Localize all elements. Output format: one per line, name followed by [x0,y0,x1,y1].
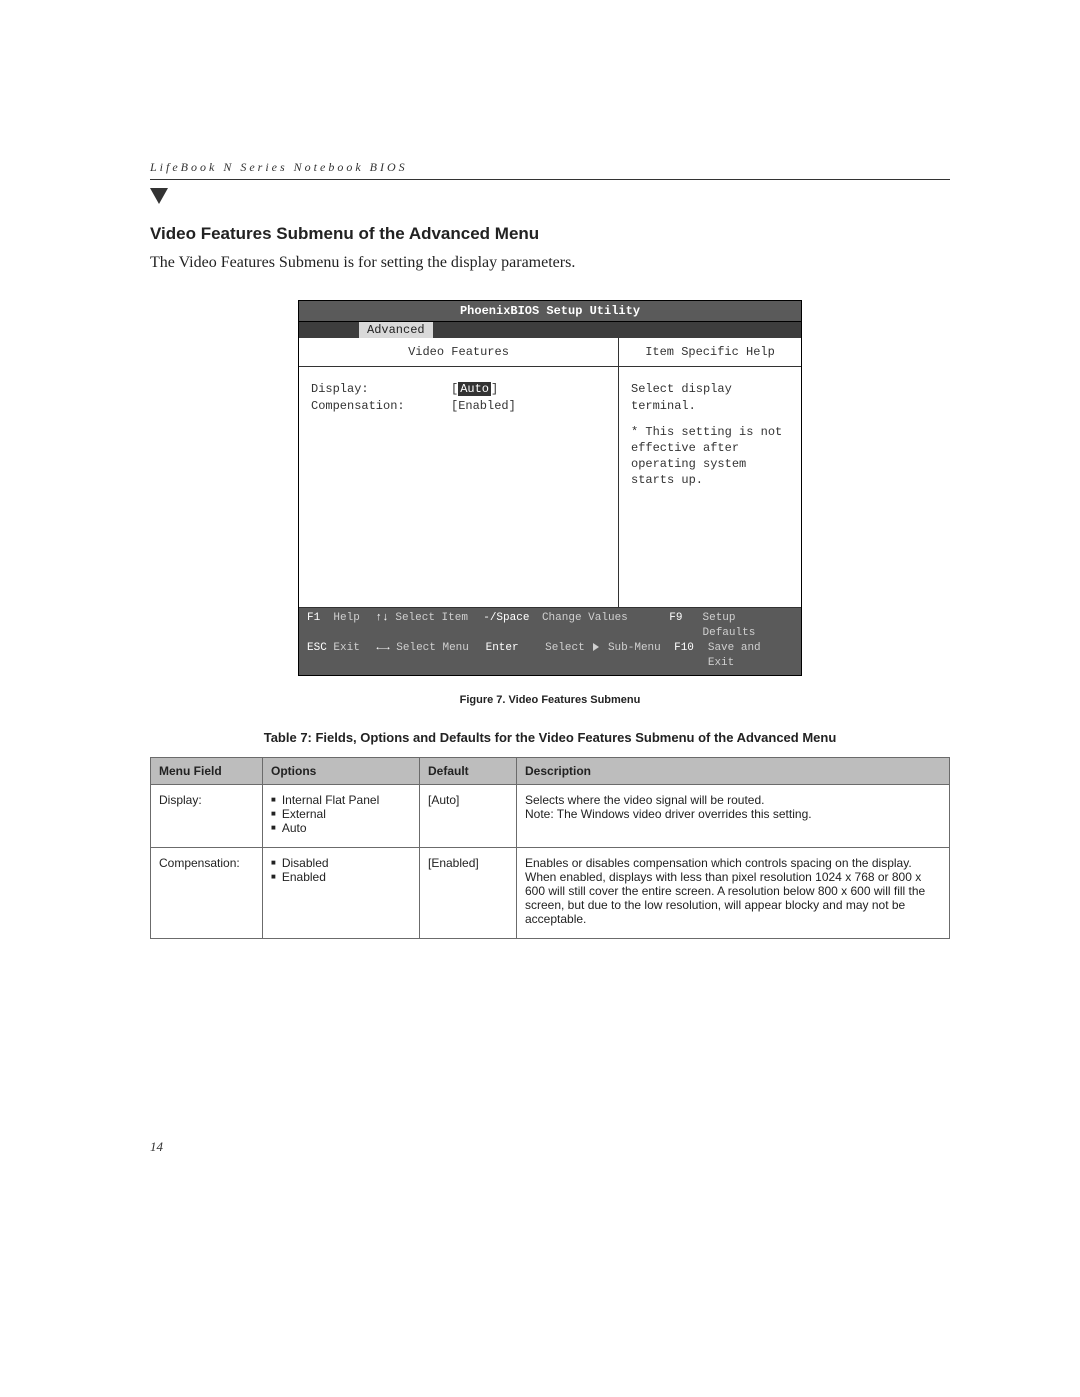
option-item: Enabled [271,870,411,884]
bios-footer: F1 Help ↑↓ Select Item -/Space Change Va… [299,608,801,674]
cell-options: Internal Flat Panel External Auto [263,784,420,847]
th-default: Default [420,757,517,784]
table-row: Display: Internal Flat Panel External Au… [151,784,950,847]
bios-tab-bar: Advanced [299,322,801,338]
cell-description: Enables or disables compensation which c… [517,847,950,938]
bios-fields-panel: Display: [Auto] Compensation: [Enabled] [299,367,619,607]
bios-help-panel: Select display terminal. * This setting … [619,367,801,607]
th-description: Description [517,757,950,784]
bios-right-header: Item Specific Help [619,338,801,366]
table-row: Compensation: Disabled Enabled [Enabled]… [151,847,950,938]
bios-screenshot: PhoenixBIOS Setup Utility Advanced Video… [298,300,802,676]
th-options: Options [263,757,420,784]
cell-field: Display: [151,784,263,847]
bios-field-display: Display: [Auto] [311,381,606,397]
bios-field-label: Compensation: [311,398,451,414]
page-number: 14 [150,1139,950,1155]
running-header: LifeBook N Series Notebook BIOS [150,160,950,180]
table-caption: Table 7: Fields, Options and Defaults fo… [150,730,950,745]
bios-field-value: [Enabled] [451,398,516,414]
option-item: Auto [271,821,411,835]
section-intro: The Video Features Submenu is for settin… [150,254,950,272]
section-title: Video Features Submenu of the Advanced M… [150,224,950,244]
cell-description: Selects where the video signal will be r… [517,784,950,847]
fields-table: Menu Field Options Default Description D… [150,757,950,939]
bios-field-value: [Auto] [451,381,498,397]
bios-field-compensation: Compensation: [Enabled] [311,398,606,414]
header-triangle-icon [150,188,168,204]
bios-help-line: * This setting is not effective after op… [631,424,789,489]
cell-default: [Auto] [420,784,517,847]
option-item: Internal Flat Panel [271,793,411,807]
bios-tab-advanced: Advanced [359,322,433,338]
table-header-row: Menu Field Options Default Description [151,757,950,784]
th-menu-field: Menu Field [151,757,263,784]
cell-field: Compensation: [151,847,263,938]
bios-left-header: Video Features [299,338,619,366]
bios-field-label: Display: [311,381,451,397]
bios-help-line: Select display terminal. [631,381,789,413]
bios-utility-title: PhoenixBIOS Setup Utility [299,301,801,322]
submenu-arrow-icon [593,643,599,651]
figure-caption: Figure 7. Video Features Submenu [150,694,950,706]
option-item: Disabled [271,856,411,870]
cell-default: [Enabled] [420,847,517,938]
option-item: External [271,807,411,821]
cell-options: Disabled Enabled [263,847,420,938]
